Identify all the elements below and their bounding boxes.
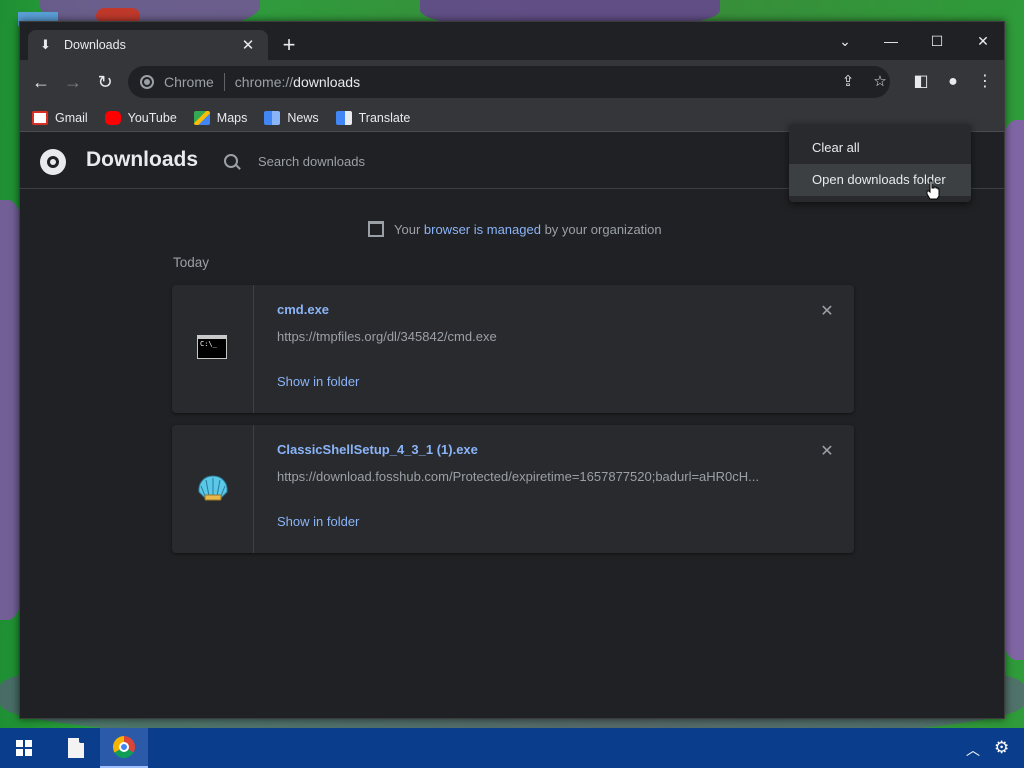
tab-close-icon[interactable]: ✕	[240, 36, 256, 54]
bookmark-label: Gmail	[55, 110, 88, 125]
url-host: downloads	[293, 74, 361, 90]
chrome-site-icon	[140, 75, 154, 89]
managed-notice: Your browser is managed by your organiza…	[368, 221, 662, 237]
bookmark-translate[interactable]: Translate	[335, 110, 411, 125]
bookmark-label: Translate	[358, 110, 411, 125]
shell-setup-icon[interactable]	[197, 475, 229, 501]
bookmark-youtube[interactable]: YouTube	[104, 110, 177, 125]
search-input[interactable]	[258, 153, 778, 169]
download-item: ClassicShellSetup_4_3_1 (1).exe https://…	[172, 425, 854, 553]
managed-link[interactable]: browser is managed	[424, 222, 541, 237]
omnibox-chrome-label: Chrome	[164, 74, 214, 90]
youtube-icon	[104, 110, 121, 125]
start-button[interactable]	[0, 728, 48, 768]
new-tab-button[interactable]: +	[278, 34, 300, 56]
download-icon-column	[172, 425, 254, 553]
omnibox[interactable]: Chrome chrome://downloads ⇪ ☆	[128, 66, 890, 98]
download-icon: ⬇	[40, 37, 51, 52]
file-icon	[68, 738, 84, 758]
chrome-icon	[113, 736, 135, 758]
title-bar: ⬇ Downloads ✕ + ⌄ — ☐ ✕	[20, 22, 1004, 60]
bookmark-label: Maps	[216, 110, 248, 125]
downloads-page: Downloads Your browser is managed by you…	[20, 133, 1004, 718]
gmail-icon	[32, 110, 48, 125]
taskbar: ︿ ⚙	[0, 728, 1024, 768]
bookmark-maps[interactable]: Maps	[193, 110, 248, 125]
bookmark-news[interactable]: News	[264, 110, 319, 125]
maps-icon	[193, 110, 210, 125]
forward-arrow-icon[interactable]: →	[62, 71, 84, 93]
news-icon	[264, 110, 281, 125]
translate-icon	[335, 110, 352, 125]
omnibox-separator	[223, 73, 225, 91]
remove-download-icon[interactable]: ✕	[818, 441, 836, 461]
building-icon	[368, 221, 384, 237]
reload-icon[interactable]: ↻	[94, 71, 116, 93]
windows-logo-icon	[16, 740, 32, 756]
show-in-folder-link[interactable]: Show in folder	[277, 514, 359, 529]
download-file-name[interactable]: ClassicShellSetup_4_3_1 (1).exe	[277, 442, 478, 457]
toolbar: ← → ↻ Chrome chrome://downloads ⇪ ☆ ◧ ● …	[20, 60, 1004, 104]
download-file-name[interactable]: cmd.exe	[277, 302, 329, 317]
downloads-menu: Clear all Open downloads folder	[789, 124, 971, 202]
tab-search-dropdown-icon[interactable]: ⌄	[830, 28, 860, 54]
close-window-button[interactable]: ✕	[968, 28, 998, 54]
download-icon-column: C:\_	[172, 285, 254, 413]
tab-title: Downloads	[64, 38, 126, 52]
maximize-button[interactable]: ☐	[922, 28, 952, 54]
open-downloads-folder-menu-item[interactable]: Open downloads folder	[789, 164, 971, 196]
share-icon[interactable]: ⇪	[838, 72, 858, 92]
more-menu-icon[interactable]: ⋮	[974, 71, 996, 93]
taskbar-chrome[interactable]	[100, 728, 148, 768]
bookmark-star-icon[interactable]: ☆	[870, 72, 890, 92]
cmd-icon[interactable]: C:\_	[197, 335, 227, 359]
download-source-url: https://download.fosshub.com/Protected/e…	[277, 469, 760, 484]
minimize-button[interactable]: —	[876, 28, 906, 54]
download-item: C:\_ cmd.exe https://tmpfiles.org/dl/345…	[172, 285, 854, 413]
show-in-folder-link[interactable]: Show in folder	[277, 374, 359, 389]
taskbar-file-explorer[interactable]	[52, 728, 100, 768]
bookmark-label: News	[287, 110, 319, 125]
tab-downloads[interactable]: ⬇ Downloads ✕	[28, 30, 268, 60]
section-date-header: Today	[173, 255, 210, 270]
managed-prefix: Your	[394, 221, 424, 237]
clear-all-menu-item[interactable]: Clear all	[789, 132, 971, 164]
managed-suffix: by your organization	[540, 221, 662, 237]
bookmark-label: YouTube	[127, 110, 177, 125]
side-panel-icon[interactable]: ◧	[910, 71, 932, 93]
omnibox-url[interactable]: chrome://downloads	[235, 74, 360, 90]
hand-cursor-icon	[926, 180, 940, 200]
page-title: Downloads	[86, 148, 199, 171]
back-arrow-icon[interactable]: ←	[30, 71, 52, 93]
search-icon	[224, 154, 238, 168]
settings-gear-icon[interactable]: ⚙	[994, 738, 1009, 758]
bookmark-gmail[interactable]: Gmail	[32, 110, 88, 125]
url-scheme: chrome://	[234, 74, 294, 90]
chrome-logo-icon	[40, 149, 66, 175]
search-box[interactable]	[210, 143, 800, 179]
tray-expand-icon[interactable]: ︿	[966, 740, 980, 760]
remove-download-icon[interactable]: ✕	[818, 301, 836, 321]
profile-icon[interactable]: ●	[942, 71, 964, 93]
download-source-url: https://tmpfiles.org/dl/345842/cmd.exe	[277, 329, 497, 344]
